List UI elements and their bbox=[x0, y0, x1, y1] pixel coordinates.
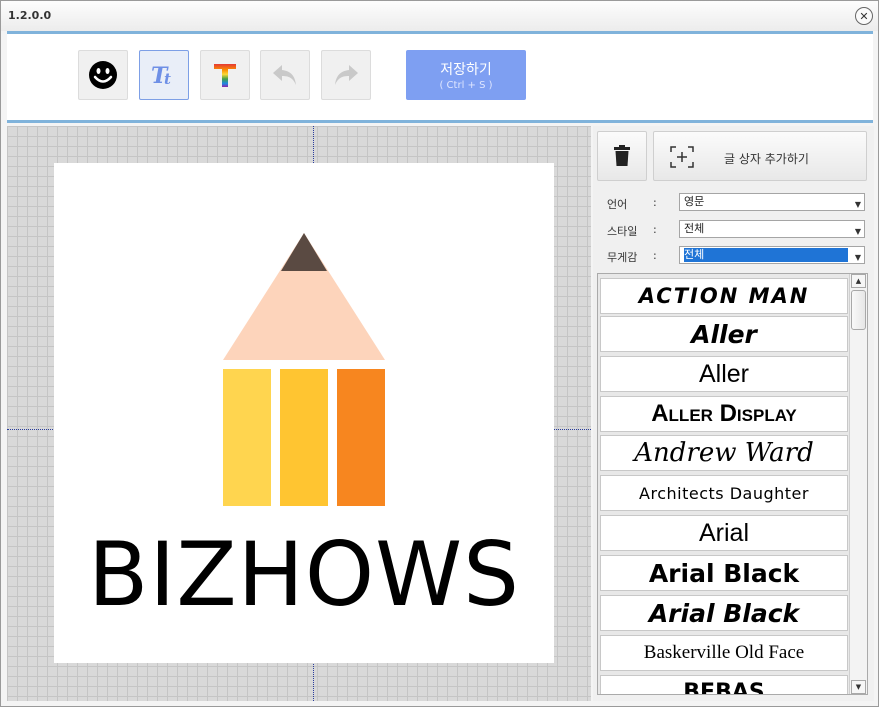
language-label: 언어 bbox=[607, 198, 628, 211]
font-item-arial-black-italic[interactable]: Arial Black bbox=[600, 595, 848, 631]
emoji-button[interactable] bbox=[78, 50, 128, 100]
weight-select[interactable]: 전체 ▼ bbox=[679, 246, 865, 264]
text-style-button[interactable]: T t bbox=[139, 50, 189, 100]
add-textbox-button[interactable]: 글 상자 추가하기 bbox=[653, 131, 867, 181]
redo-icon bbox=[335, 65, 358, 85]
text-tt-icon: T t bbox=[151, 63, 171, 89]
chevron-down-icon: ▼ bbox=[854, 253, 861, 262]
add-textbox-icon bbox=[670, 146, 694, 168]
language-value: 영문 bbox=[684, 195, 705, 208]
rainbow-t-icon bbox=[214, 64, 236, 87]
chevron-down-icon: ▼ bbox=[854, 200, 861, 209]
weight-label: 무게감 bbox=[607, 251, 638, 264]
undo-icon bbox=[273, 65, 296, 85]
scroll-up-icon[interactable]: ▲ bbox=[851, 274, 866, 288]
save-button-label: 저장하기 bbox=[440, 62, 492, 78]
close-button[interactable]: ✕ bbox=[855, 7, 873, 25]
font-item-andrew-ward[interactable]: Andrew Ward bbox=[600, 435, 848, 471]
text-color-button[interactable] bbox=[200, 50, 250, 100]
font-item-bebas[interactable]: BEBAS bbox=[600, 675, 848, 694]
font-panel: 글 상자 추가하기 언어 : 영문 ▼ 스타일 : 전체 ▼ 무게감 : 전체 … bbox=[593, 126, 874, 701]
title-bar: 1.2.0.0 ✕ bbox=[1, 1, 878, 31]
scroll-thumb[interactable] bbox=[851, 290, 866, 330]
style-colon: : bbox=[653, 223, 657, 236]
font-item-baskerville-old-face[interactable]: Baskerville Old Face bbox=[600, 635, 848, 671]
language-field: 언어 : 영문 ▼ bbox=[607, 193, 867, 213]
style-value: 전체 bbox=[684, 222, 705, 235]
logo-text[interactable]: BIZHOWS bbox=[54, 523, 554, 626]
style-select[interactable]: 전체 ▼ bbox=[679, 220, 865, 238]
save-shortcut-hint: ( Ctrl + S ) bbox=[439, 80, 493, 91]
smiley-icon bbox=[89, 61, 117, 89]
window-title: 1.2.0.0 bbox=[8, 9, 52, 22]
language-select[interactable]: 영문 ▼ bbox=[679, 193, 865, 211]
weight-field: 무게감 : 전체 ▼ bbox=[607, 246, 867, 266]
style-field: 스타일 : 전체 ▼ bbox=[607, 220, 867, 240]
font-item-aller[interactable]: Aller bbox=[600, 356, 848, 392]
font-item-aller-italic[interactable]: Aller bbox=[600, 316, 848, 352]
close-icon: ✕ bbox=[859, 9, 869, 23]
font-item-architects-daughter[interactable]: Architects Daughter bbox=[600, 475, 848, 511]
font-item-arial[interactable]: Arial bbox=[600, 515, 848, 551]
language-colon: : bbox=[653, 196, 657, 209]
artboard[interactable]: BIZHOWS bbox=[54, 163, 554, 663]
style-label: 스타일 bbox=[607, 225, 638, 238]
weight-value: 전체 bbox=[684, 248, 848, 262]
chevron-down-icon: ▼ bbox=[854, 227, 861, 236]
scroll-down-icon[interactable]: ▼ bbox=[851, 680, 866, 694]
font-list: ACTION MAN Aller Aller Aller Display And… bbox=[597, 273, 868, 695]
font-list-scrollbar[interactable]: ▲ ▼ bbox=[849, 274, 867, 694]
font-item-aller-display[interactable]: Aller Display bbox=[600, 396, 848, 432]
font-item-arial-black[interactable]: Arial Black bbox=[600, 555, 848, 591]
delete-button[interactable] bbox=[597, 131, 647, 181]
save-button[interactable]: 저장하기 ( Ctrl + S ) bbox=[406, 50, 526, 100]
undo-button[interactable] bbox=[260, 50, 310, 100]
weight-colon: : bbox=[653, 249, 657, 262]
app-window: 1.2.0.0 ✕ T t 저장하기 (Ctrl + S) BIZHOWS … bbox=[0, 0, 879, 707]
add-textbox-label: 글 상자 추가하기 bbox=[724, 152, 809, 166]
svg-text:t: t bbox=[164, 70, 171, 88]
redo-button[interactable] bbox=[321, 50, 371, 100]
trash-icon bbox=[614, 145, 630, 166]
toolbar: T t 저장하기 (Ctrl + S) bbox=[7, 31, 873, 123]
design-canvas[interactable]: BIZHOWS bbox=[7, 126, 591, 701]
font-item-action-man[interactable]: ACTION MAN bbox=[600, 278, 848, 314]
